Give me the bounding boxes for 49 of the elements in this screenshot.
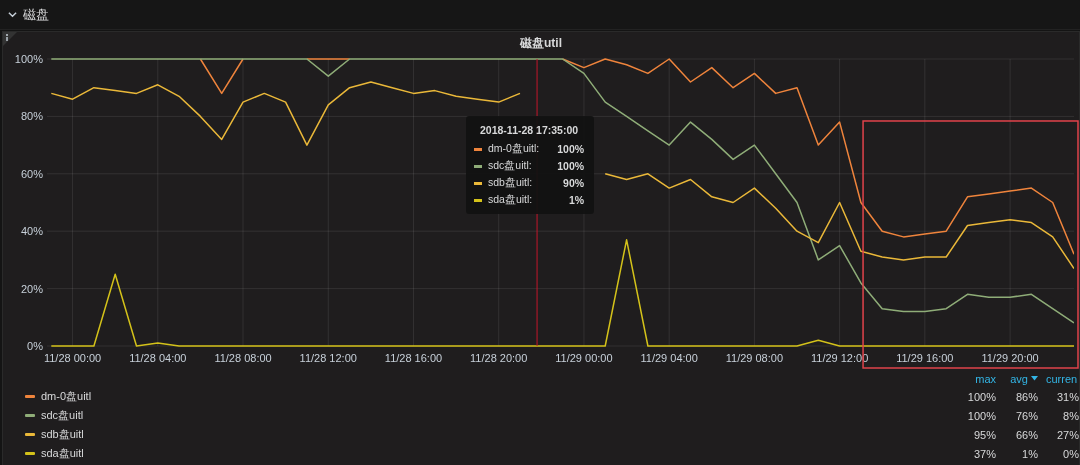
chevron-icon[interactable] (8, 10, 17, 19)
legend-value: 66% (1014, 428, 1038, 441)
axis-label: 11/29 00:00 (555, 352, 613, 364)
series-label: sdb盘uitl: (488, 176, 534, 190)
axis-label: 100% (14, 53, 43, 65)
series-label: sda盘uitl: (488, 193, 534, 207)
chart-title: 磁盘util (520, 36, 562, 50)
series-value: 100% (556, 160, 585, 172)
axis-label: 0% (27, 340, 43, 352)
legend-value: 86% (1014, 390, 1038, 403)
series-value: 1% (567, 194, 585, 206)
axis-label: 11/28 16:00 (384, 352, 443, 364)
series-label: sdc盘uitl: (488, 159, 533, 173)
legend-series[interactable]: sdc盘uitl (41, 408, 84, 423)
legend-value: 100% (966, 390, 996, 403)
legend-value: 37% (972, 447, 996, 460)
legend-series[interactable]: sda盘uitl (41, 446, 84, 461)
series-value: 100% (556, 143, 585, 155)
legend-value: 27% (1055, 428, 1079, 441)
axis-label: 11/29 20:00 (981, 352, 1039, 364)
legend-series[interactable]: sdb盘uitl (41, 427, 84, 442)
column-header[interactable]: max (971, 372, 996, 385)
series-value: 90% (562, 177, 585, 189)
column-header[interactable]: curren (1042, 372, 1078, 385)
axis-label: 11/28 20:00 (470, 352, 528, 364)
info-icon[interactable] (3, 32, 17, 46)
axis-label: 60% (20, 167, 43, 180)
row-title[interactable]: 磁盘 (23, 5, 49, 24)
legend-value: 0% (1062, 447, 1079, 460)
legend-value: 1% (1021, 447, 1038, 460)
axis-label: 11/28 04:00 (129, 352, 187, 364)
axis-label: 11/28 00:00 (43, 352, 102, 364)
legend-series[interactable]: dm-0盘uitl (41, 389, 92, 404)
axis-label: 40% (20, 225, 43, 238)
legend-value: 31% (1055, 390, 1079, 403)
column-header[interactable]: avg (1010, 372, 1028, 385)
legend-value: 100% (966, 409, 996, 422)
axis-label: 11/29 16:00 (896, 352, 954, 364)
axis-label: 11/28 12:00 (299, 352, 357, 364)
axis-label: 11/29 04:00 (640, 352, 698, 364)
legend-value: 95% (972, 428, 996, 441)
axis-label: 80% (20, 110, 43, 123)
axis-label: 11/29 08:00 (725, 352, 784, 364)
legend-value: 8% (1062, 409, 1079, 422)
legend-value: 76% (1014, 409, 1038, 422)
series-label: dm-0盘uitl: (488, 142, 540, 156)
tooltip-time: 2018-11-28 17:35:00 (479, 124, 580, 136)
axis-label: 20% (20, 282, 43, 295)
axis-label: 11/28 08:00 (214, 352, 272, 364)
